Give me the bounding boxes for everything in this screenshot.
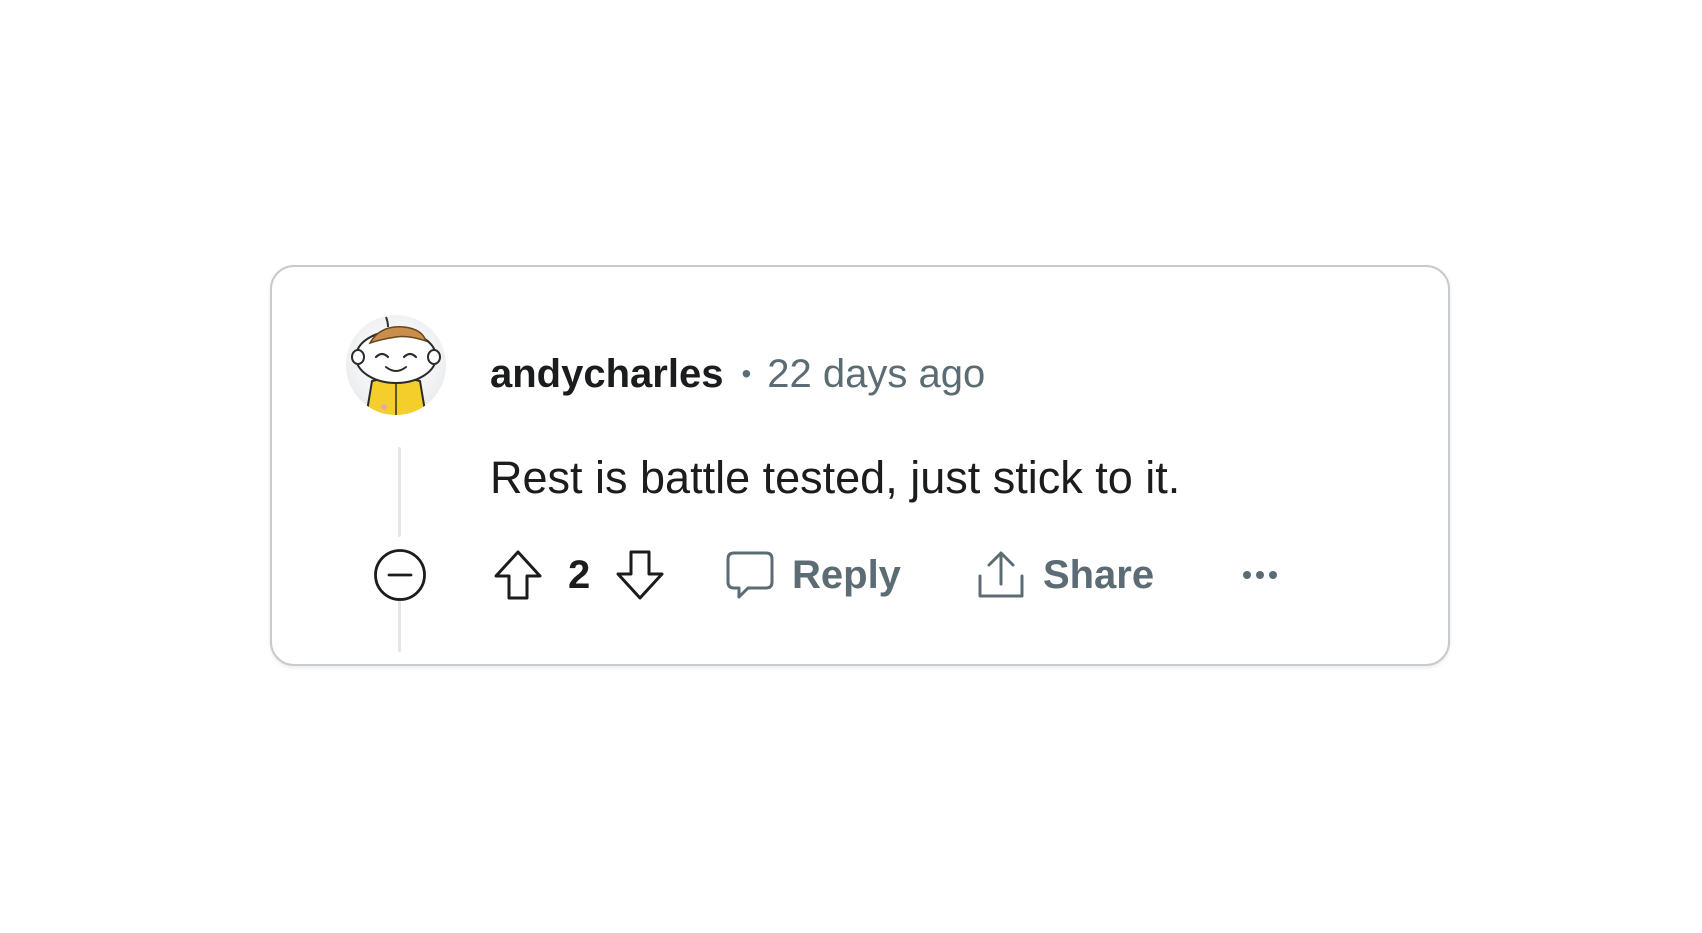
snoo-avatar-icon [351,316,441,415]
comment-text: Rest is battle tested, just stick to it. [490,452,1181,503]
ellipsis-horizontal-icon [1243,571,1278,579]
comment-card: andycharles • 22 days ago Rest is battle… [270,265,1450,666]
reply-button[interactable]: Reply [726,547,901,603]
downvote-button[interactable] [612,547,668,603]
arrow-down-outline-icon [616,550,664,600]
user-avatar[interactable] [346,315,446,415]
collapse-thread-button[interactable] [372,547,428,603]
vote-score: 2 [568,552,591,597]
share-upload-icon [977,550,1025,600]
arrow-up-outline-icon [494,550,542,600]
comment-meta: andycharles • 22 days ago [490,349,985,399]
upvote-button[interactable] [490,547,546,603]
share-label: Share [1042,552,1155,597]
collapse-circle-minus-icon [374,549,426,601]
thread-line [398,447,401,537]
username-link[interactable]: andycharles [490,352,723,397]
comment-action-bar: 2 Reply Share [490,547,1288,603]
reply-label: Reply [792,552,901,597]
meta-separator: • [741,358,752,389]
more-options-button[interactable] [1232,547,1288,603]
share-button[interactable]: Share [977,547,1154,603]
thread-line-lower [398,597,401,652]
speech-bubble-icon [726,550,774,600]
comment-timestamp[interactable]: 22 days ago [767,352,985,397]
